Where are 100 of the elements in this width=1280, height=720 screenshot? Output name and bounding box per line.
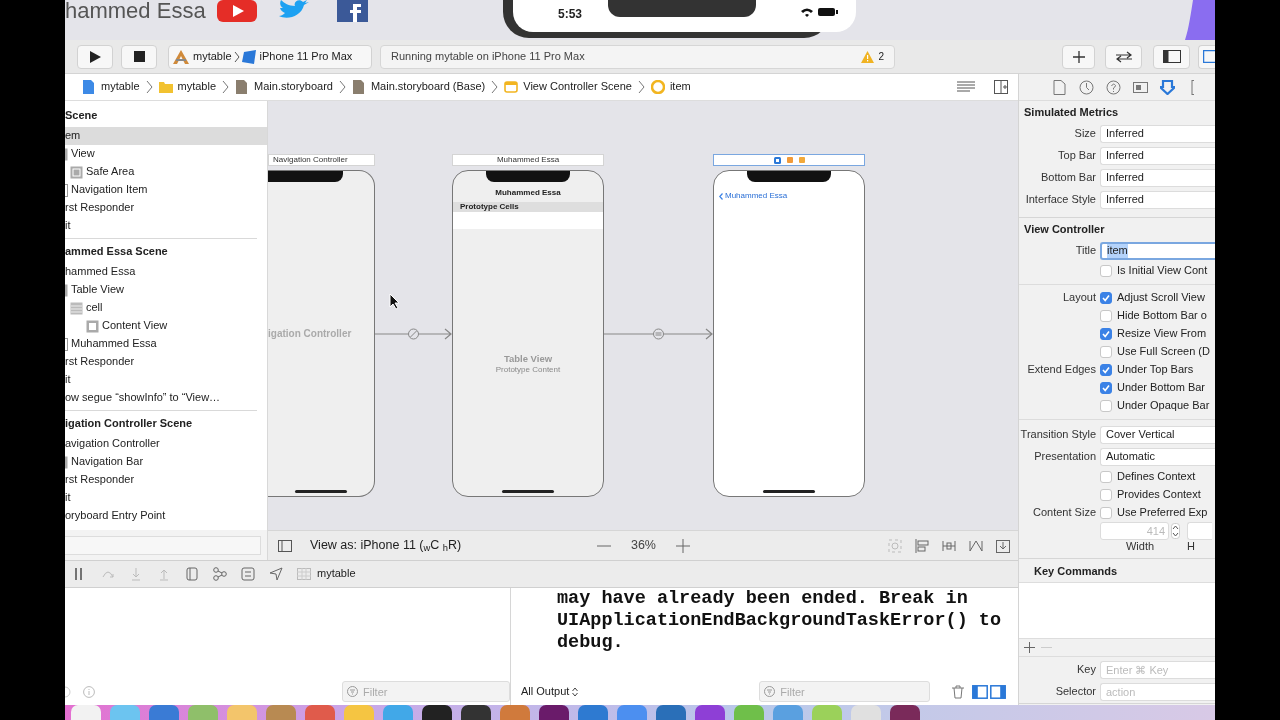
checkbox[interactable] xyxy=(1100,265,1112,277)
identity-inspector-icon[interactable] xyxy=(1133,79,1148,95)
scene-dock[interactable]: Muhammed Essa xyxy=(452,154,604,166)
outline-item[interactable]: oryboard Entry Point xyxy=(65,507,267,525)
popup-button[interactable]: Automatic xyxy=(1100,448,1215,466)
popup-button[interactable]: Inferred xyxy=(1100,125,1215,143)
outline-item[interactable]: rst Responder xyxy=(65,471,267,489)
add-button[interactable] xyxy=(1062,44,1095,69)
scheme-button[interactable]: mytable xyxy=(173,49,232,64)
stop-button[interactable] xyxy=(121,44,157,69)
memory-graph-icon[interactable] xyxy=(213,567,227,581)
stepper-icon[interactable] xyxy=(1171,523,1180,539)
outline-item[interactable]: em xyxy=(65,127,267,145)
outline-item[interactable]: Navigation Bar xyxy=(65,453,267,471)
breadcrumb-item[interactable]: Main.storyboard (Base) xyxy=(348,80,489,94)
device-button[interactable]: iPhone 11 Pro Max xyxy=(241,49,353,64)
checkbox[interactable] xyxy=(1100,346,1112,358)
panel-toggle-button[interactable] xyxy=(1198,44,1215,69)
breadcrumb-item[interactable]: View Controller Scene xyxy=(501,80,635,94)
zoom-out-icon[interactable] xyxy=(596,544,611,547)
navigator-toggle-button[interactable] xyxy=(1153,44,1190,69)
add-editor-icon[interactable] xyxy=(994,80,1008,94)
outline-item[interactable]: it xyxy=(65,371,267,389)
app-icon[interactable] xyxy=(890,705,920,720)
popup-button[interactable]: Inferred xyxy=(1100,191,1215,209)
warning-badge[interactable]: 2 xyxy=(861,50,884,63)
text-field[interactable]: action xyxy=(1100,683,1215,701)
device-config-text[interactable]: View as: iPhone 11 ($_{w}$C $_{h}$R) xyxy=(310,538,462,553)
scene-dock[interactable] xyxy=(713,154,865,166)
align-icon[interactable] xyxy=(915,538,929,553)
outline-item[interactable]: rst Responder xyxy=(65,353,267,371)
trash-icon[interactable] xyxy=(952,684,965,699)
focus-icon[interactable] xyxy=(888,538,902,553)
app-icon[interactable] xyxy=(422,705,452,720)
step-out-icon[interactable] xyxy=(157,567,171,581)
outline-item[interactable]: rst Responder xyxy=(65,199,267,217)
output-selector[interactable]: All Output xyxy=(521,684,579,699)
outline-item[interactable]: avigation Controller xyxy=(65,435,267,453)
checkbox[interactable] xyxy=(1100,382,1112,394)
step-into-icon[interactable] xyxy=(129,567,143,581)
breadcrumb-item[interactable]: mytable xyxy=(79,80,143,94)
right-panel-icon[interactable] xyxy=(990,684,1007,699)
filter-field[interactable]: Filter xyxy=(759,681,931,702)
zoom-in-icon[interactable] xyxy=(676,538,690,553)
number-field[interactable] xyxy=(1187,522,1212,540)
outline-item[interactable]: hammed Essa xyxy=(65,263,267,281)
controller-icon[interactable] xyxy=(773,156,781,164)
embed-icon[interactable] xyxy=(996,538,1010,553)
text-field[interactable]: item xyxy=(1100,242,1215,260)
outline-item[interactable]: Muhammed Essa xyxy=(65,335,267,353)
add-icon[interactable] xyxy=(1024,642,1035,653)
scene-dock[interactable]: Navigation Controller xyxy=(268,154,375,166)
outline-item[interactable]: View xyxy=(65,145,267,163)
help-inspector-icon[interactable] xyxy=(1106,79,1121,95)
lines-icon[interactable] xyxy=(957,81,975,93)
run-button[interactable] xyxy=(77,44,113,69)
responder-icon[interactable] xyxy=(786,157,793,163)
outline-item[interactable]: Table View xyxy=(65,281,267,299)
outline-item[interactable]: Navigation Item xyxy=(65,181,267,199)
outline-item[interactable]: Content View xyxy=(65,317,267,335)
resolve-icon[interactable] xyxy=(969,538,983,553)
filter-field[interactable] xyxy=(65,535,261,555)
outline-item[interactable]: it xyxy=(65,217,267,235)
filter-field[interactable]: Filter xyxy=(342,681,510,702)
breadcrumb-item[interactable]: item xyxy=(647,80,694,94)
popup-button[interactable]: Inferred xyxy=(1100,169,1215,187)
checkbox[interactable] xyxy=(1100,292,1112,304)
app-icon[interactable] xyxy=(539,705,569,720)
checkbox[interactable] xyxy=(1100,328,1112,340)
outline-item[interactable]: Safe Area xyxy=(65,163,267,181)
outline-item[interactable]: ow segue “showInfo” to “View… xyxy=(65,389,267,407)
checkbox[interactable] xyxy=(1100,310,1112,322)
segue-arrow[interactable] xyxy=(604,328,713,340)
popup-button[interactable]: Cover Vertical xyxy=(1100,426,1215,444)
location-icon[interactable] xyxy=(269,567,283,581)
checkbox[interactable] xyxy=(1100,489,1112,501)
segue-arrow[interactable] xyxy=(375,328,452,340)
exit-icon[interactable] xyxy=(798,157,805,163)
back-link[interactable]: Muhammed Essa xyxy=(719,190,864,202)
square-logo-icon[interactable] xyxy=(337,0,368,22)
history-inspector-icon[interactable] xyxy=(1079,79,1094,95)
left-panel-icon[interactable] xyxy=(972,684,989,699)
environment-icon[interactable] xyxy=(241,567,255,581)
breadcrumb-item[interactable]: Main.storyboard xyxy=(232,80,336,94)
sidebar-icon[interactable] xyxy=(278,539,292,552)
outline-item[interactable]: it xyxy=(65,489,267,507)
breadcrumb-item[interactable]: mytable xyxy=(155,80,220,94)
popup-button[interactable]: Inferred xyxy=(1100,147,1215,165)
checkbox[interactable] xyxy=(1100,507,1112,519)
checkbox[interactable] xyxy=(1100,400,1112,412)
app-icon[interactable] xyxy=(461,705,491,720)
outline-item[interactable]: cell xyxy=(65,299,267,317)
attributes-inspector-icon[interactable] xyxy=(1160,79,1175,95)
swap-button[interactable] xyxy=(1105,44,1142,69)
checkbox[interactable] xyxy=(1100,364,1112,376)
file-inspector-icon[interactable] xyxy=(1052,79,1067,95)
view-debugger-icon[interactable] xyxy=(185,567,199,581)
pin-icon[interactable] xyxy=(942,538,956,553)
info-icon[interactable] xyxy=(83,685,95,698)
process-selector[interactable]: mytable xyxy=(297,567,356,581)
